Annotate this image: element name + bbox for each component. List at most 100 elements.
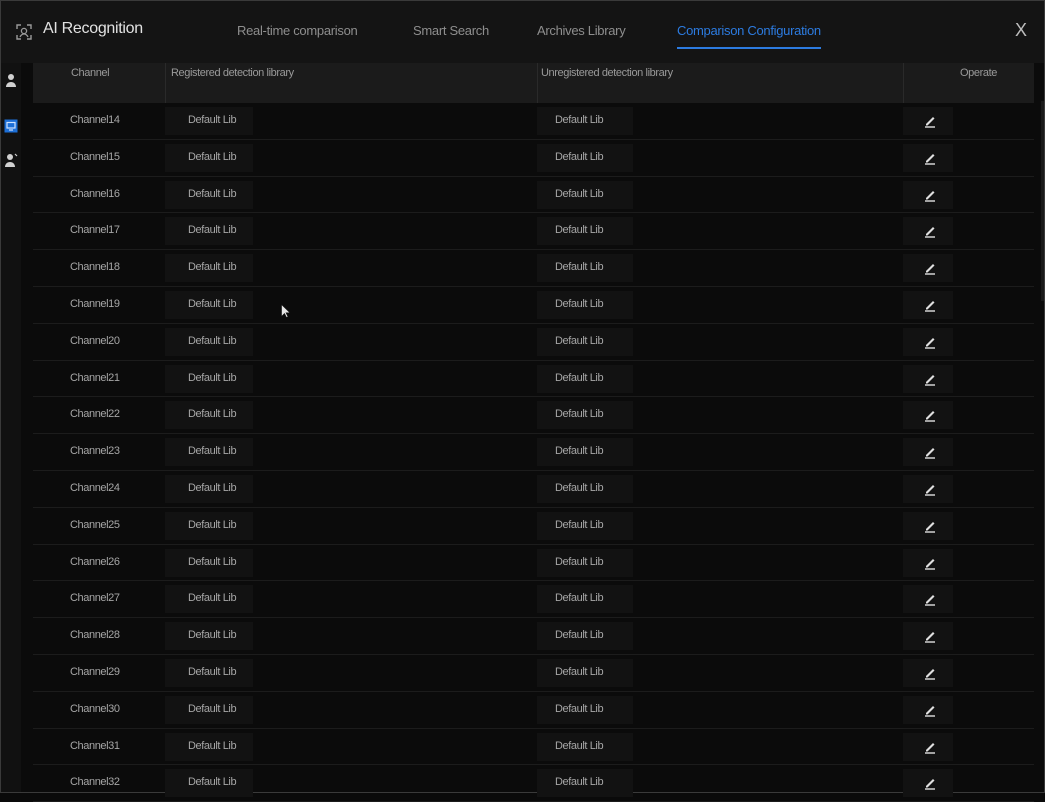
- edit-icon[interactable]: [923, 592, 937, 607]
- registered-library-cell: Default Lib: [188, 150, 237, 163]
- unregistered-library-cell: Default Lib: [555, 518, 604, 531]
- table-row: Channel29 Default Lib Default Lib: [33, 655, 1034, 692]
- edit-icon[interactable]: [923, 556, 937, 570]
- edit-icon[interactable]: [923, 408, 937, 423]
- registered-library-cell: Default Lib: [188, 629, 237, 642]
- edit-icon[interactable]: [923, 224, 937, 239]
- table-row: Channel23 Default Lib Default Lib: [33, 434, 1034, 471]
- unregistered-library-cell: Default Lib: [555, 592, 604, 605]
- channel-cell: Channel16: [70, 187, 120, 200]
- table-row: Channel26 Default Lib Default Lib: [33, 545, 1034, 582]
- person-tag-icon[interactable]: [4, 153, 18, 167]
- registered-library-cell: Default Lib: [188, 739, 237, 752]
- channel-cell: Channel17: [70, 224, 120, 237]
- channel-cell: Channel26: [70, 555, 120, 568]
- channel-cell: Channel25: [70, 518, 120, 531]
- tab-archives-library[interactable]: Archives Library: [537, 23, 626, 38]
- header-operate: Operate: [903, 63, 1034, 103]
- edit-icon[interactable]: [923, 740, 937, 754]
- edit-icon[interactable]: [923, 114, 937, 128]
- registered-library-cell: Default Lib: [188, 297, 237, 310]
- ai-recognition-window: AI Recognition Real-time comparison Smar…: [0, 0, 1045, 802]
- edit-icon[interactable]: [923, 188, 937, 202]
- unregistered-library-cell: Default Lib: [555, 776, 604, 789]
- header-channel: Channel: [71, 67, 110, 79]
- unregistered-library-cell: Default Lib: [555, 334, 604, 347]
- unregistered-library-cell: Default Lib: [555, 261, 604, 274]
- edit-icon[interactable]: [923, 261, 937, 275]
- channel-cell: Channel27: [70, 592, 120, 605]
- close-button[interactable]: X: [1008, 17, 1034, 43]
- channel-cell: Channel28: [70, 629, 120, 642]
- channel-cell: Channel31: [70, 739, 120, 752]
- monitor-icon[interactable]: [4, 119, 18, 133]
- unregistered-library-cell: Default Lib: [555, 297, 604, 310]
- edit-icon[interactable]: [923, 776, 937, 791]
- edit-icon[interactable]: [923, 666, 937, 680]
- registered-library-cell: Default Lib: [188, 224, 237, 237]
- left-rail: [1, 63, 21, 792]
- mouse-cursor-icon: [281, 304, 290, 318]
- registered-library-cell: Default Lib: [188, 592, 237, 605]
- edit-icon[interactable]: [923, 703, 937, 717]
- table-row: Channel32 Default Lib Default Lib: [33, 765, 1034, 802]
- registered-library-cell: Default Lib: [188, 445, 237, 458]
- registered-library-cell: Default Lib: [188, 481, 237, 494]
- channel-cell: Channel20: [70, 334, 120, 347]
- comparison-config-table: Channel Registered detection library Unr…: [33, 63, 1034, 802]
- registered-library-cell: Default Lib: [188, 114, 237, 126]
- table-row: Channel17 Default Lib Default Lib: [33, 213, 1034, 251]
- table-body: Channel14 Default Lib Default Lib Channel15…: [33, 103, 1034, 802]
- channel-cell: Channel32: [70, 776, 120, 789]
- title-bar: AI Recognition Real-time comparison Smar…: [1, 1, 1044, 63]
- table-row: Channel28 Default Lib Default Lib: [33, 618, 1034, 655]
- registered-library-cell: Default Lib: [188, 408, 237, 421]
- table-header: Channel Registered detection library Unr…: [33, 63, 1034, 103]
- scrollbar[interactable]: [1041, 101, 1044, 301]
- channel-cell: Channel24: [70, 481, 120, 494]
- tab-real-time-comparison[interactable]: Real-time comparison: [237, 23, 358, 38]
- edit-icon[interactable]: [923, 482, 937, 496]
- edit-icon[interactable]: [923, 335, 937, 349]
- registered-library-cell: Default Lib: [188, 371, 237, 384]
- unregistered-library-cell: Default Lib: [555, 224, 604, 237]
- channel-cell: Channel14: [70, 114, 120, 126]
- registered-library-cell: Default Lib: [188, 334, 237, 347]
- channel-cell: Channel18: [70, 261, 120, 274]
- unregistered-library-cell: Default Lib: [555, 445, 604, 458]
- table-row: Channel27 Default Lib Default Lib: [33, 581, 1034, 619]
- edit-icon[interactable]: [923, 629, 937, 643]
- tab-smart-search[interactable]: Smart Search: [413, 23, 489, 38]
- unregistered-library-cell: Default Lib: [555, 114, 604, 126]
- table-row: Channel20 Default Lib Default Lib: [33, 324, 1034, 361]
- table-row: Channel25 Default Lib Default Lib: [33, 508, 1034, 545]
- header-registered-library: Registered detection library: [165, 63, 537, 103]
- table-row: Channel22 Default Lib Default Lib: [33, 397, 1034, 435]
- unregistered-library-cell: Default Lib: [555, 665, 604, 678]
- unregistered-library-cell: Default Lib: [555, 481, 604, 494]
- edit-icon[interactable]: [923, 298, 937, 312]
- channel-cell: Channel30: [70, 702, 120, 715]
- registered-library-cell: Default Lib: [188, 518, 237, 531]
- unregistered-library-cell: Default Lib: [555, 408, 604, 421]
- header-unregistered-library: Unregistered detection library: [537, 63, 903, 103]
- table-row: Channel21 Default Lib Default Lib: [33, 361, 1034, 398]
- unregistered-library-cell: Default Lib: [555, 702, 604, 715]
- channel-cell: Channel19: [70, 297, 120, 310]
- table-row: Channel30 Default Lib Default Lib: [33, 692, 1034, 729]
- registered-library-cell: Default Lib: [188, 261, 237, 274]
- channel-cell: Channel15: [70, 150, 120, 163]
- table-row: Channel15 Default Lib Default Lib: [33, 140, 1034, 177]
- edit-icon[interactable]: [923, 372, 937, 386]
- edit-icon[interactable]: [923, 445, 937, 459]
- unregistered-library-cell: Default Lib: [555, 187, 604, 200]
- registered-library-cell: Default Lib: [188, 665, 237, 678]
- edit-icon[interactable]: [923, 519, 937, 533]
- channel-cell: Channel29: [70, 665, 120, 678]
- person-icon[interactable]: [4, 73, 18, 87]
- edit-icon[interactable]: [923, 151, 937, 165]
- unregistered-library-cell: Default Lib: [555, 371, 604, 384]
- registered-library-cell: Default Lib: [188, 776, 237, 789]
- tab-comparison-configuration[interactable]: Comparison Configuration: [677, 23, 821, 49]
- unregistered-library-cell: Default Lib: [555, 739, 604, 752]
